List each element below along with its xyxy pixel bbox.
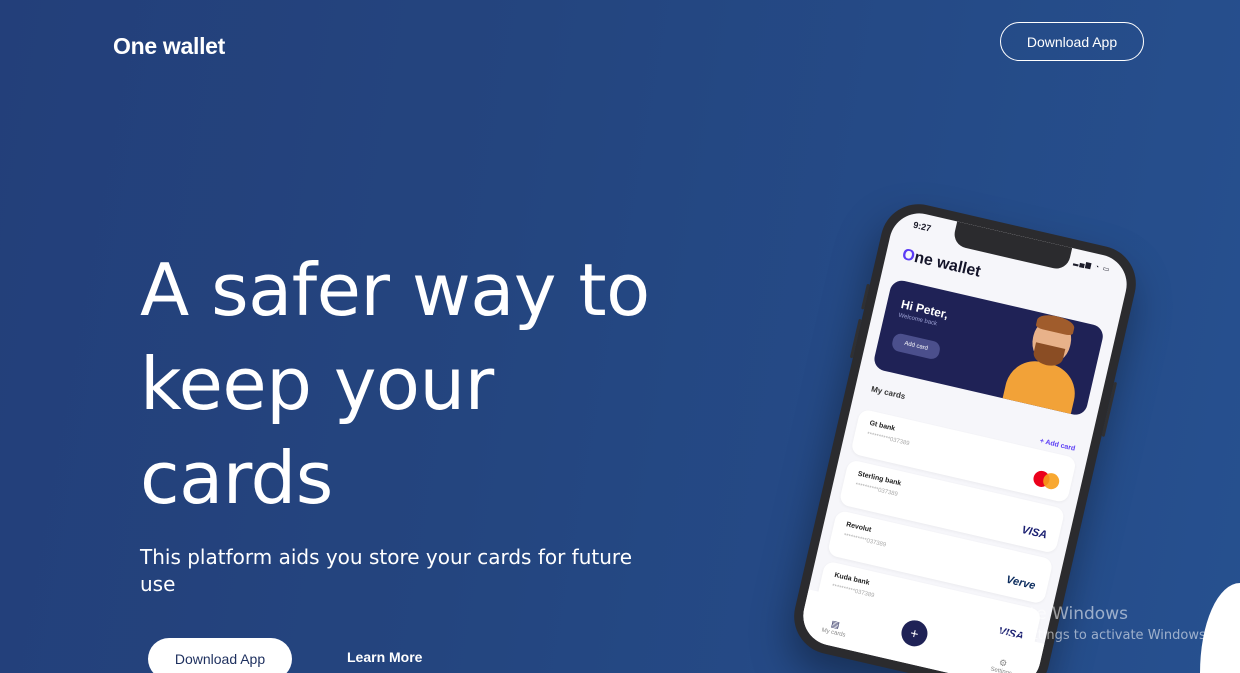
card-bank-name: Revolut — [845, 521, 872, 534]
card-number: **********037389 — [866, 431, 910, 448]
add-card-button[interactable]: Add card — [890, 332, 942, 361]
status-time: 9:27 — [912, 219, 933, 234]
nav-my-cards[interactable]: ▤ My cards — [813, 615, 856, 641]
site-logo[interactable]: One wallet — [113, 33, 225, 60]
phone-mockup: 9:27 ▂▄▆ ◔ ▭ One wallet Hi Peter, Welcom… — [786, 196, 1144, 673]
hero-download-app-button[interactable]: Download App — [148, 638, 292, 673]
learn-more-link[interactable]: Learn More — [347, 649, 422, 665]
visa-icon: VISA — [1020, 523, 1049, 542]
status-icons: ▂▄▆ ◔ ▭ — [1072, 258, 1111, 274]
windows-activation-watermark: Activate Windows Go to Settings to activ… — [977, 604, 1210, 643]
app-logo-text: ne wallet — [912, 248, 983, 281]
header-download-app-button[interactable]: Download App — [1000, 22, 1144, 61]
greeting-card: Hi Peter, Welcome back Add card — [872, 278, 1106, 418]
app-logo: One wallet — [900, 246, 982, 282]
verve-icon: Verve — [1004, 573, 1037, 593]
phone-body: 9:27 ▂▄▆ ◔ ▭ One wallet Hi Peter, Welcom… — [786, 196, 1144, 673]
avatar-illustration-body — [1001, 355, 1081, 418]
nav-settings[interactable]: ⚙ Settings — [981, 654, 1024, 673]
card-number: **********037389 — [842, 532, 887, 549]
watermark-subtitle: Go to Settings to activate Windows. — [977, 628, 1210, 643]
hero-title: A safer way to keep your cards — [140, 248, 650, 520]
add-fab-button[interactable]: + — [898, 617, 931, 649]
card-bank-name: Gt bank — [868, 419, 896, 433]
mastercard-icon — [1031, 469, 1061, 491]
my-cards-heading: My cards — [870, 384, 907, 402]
watermark-title: Activate Windows — [977, 604, 1128, 624]
hero-subtitle: This platform aids you store your cards … — [140, 545, 633, 596]
